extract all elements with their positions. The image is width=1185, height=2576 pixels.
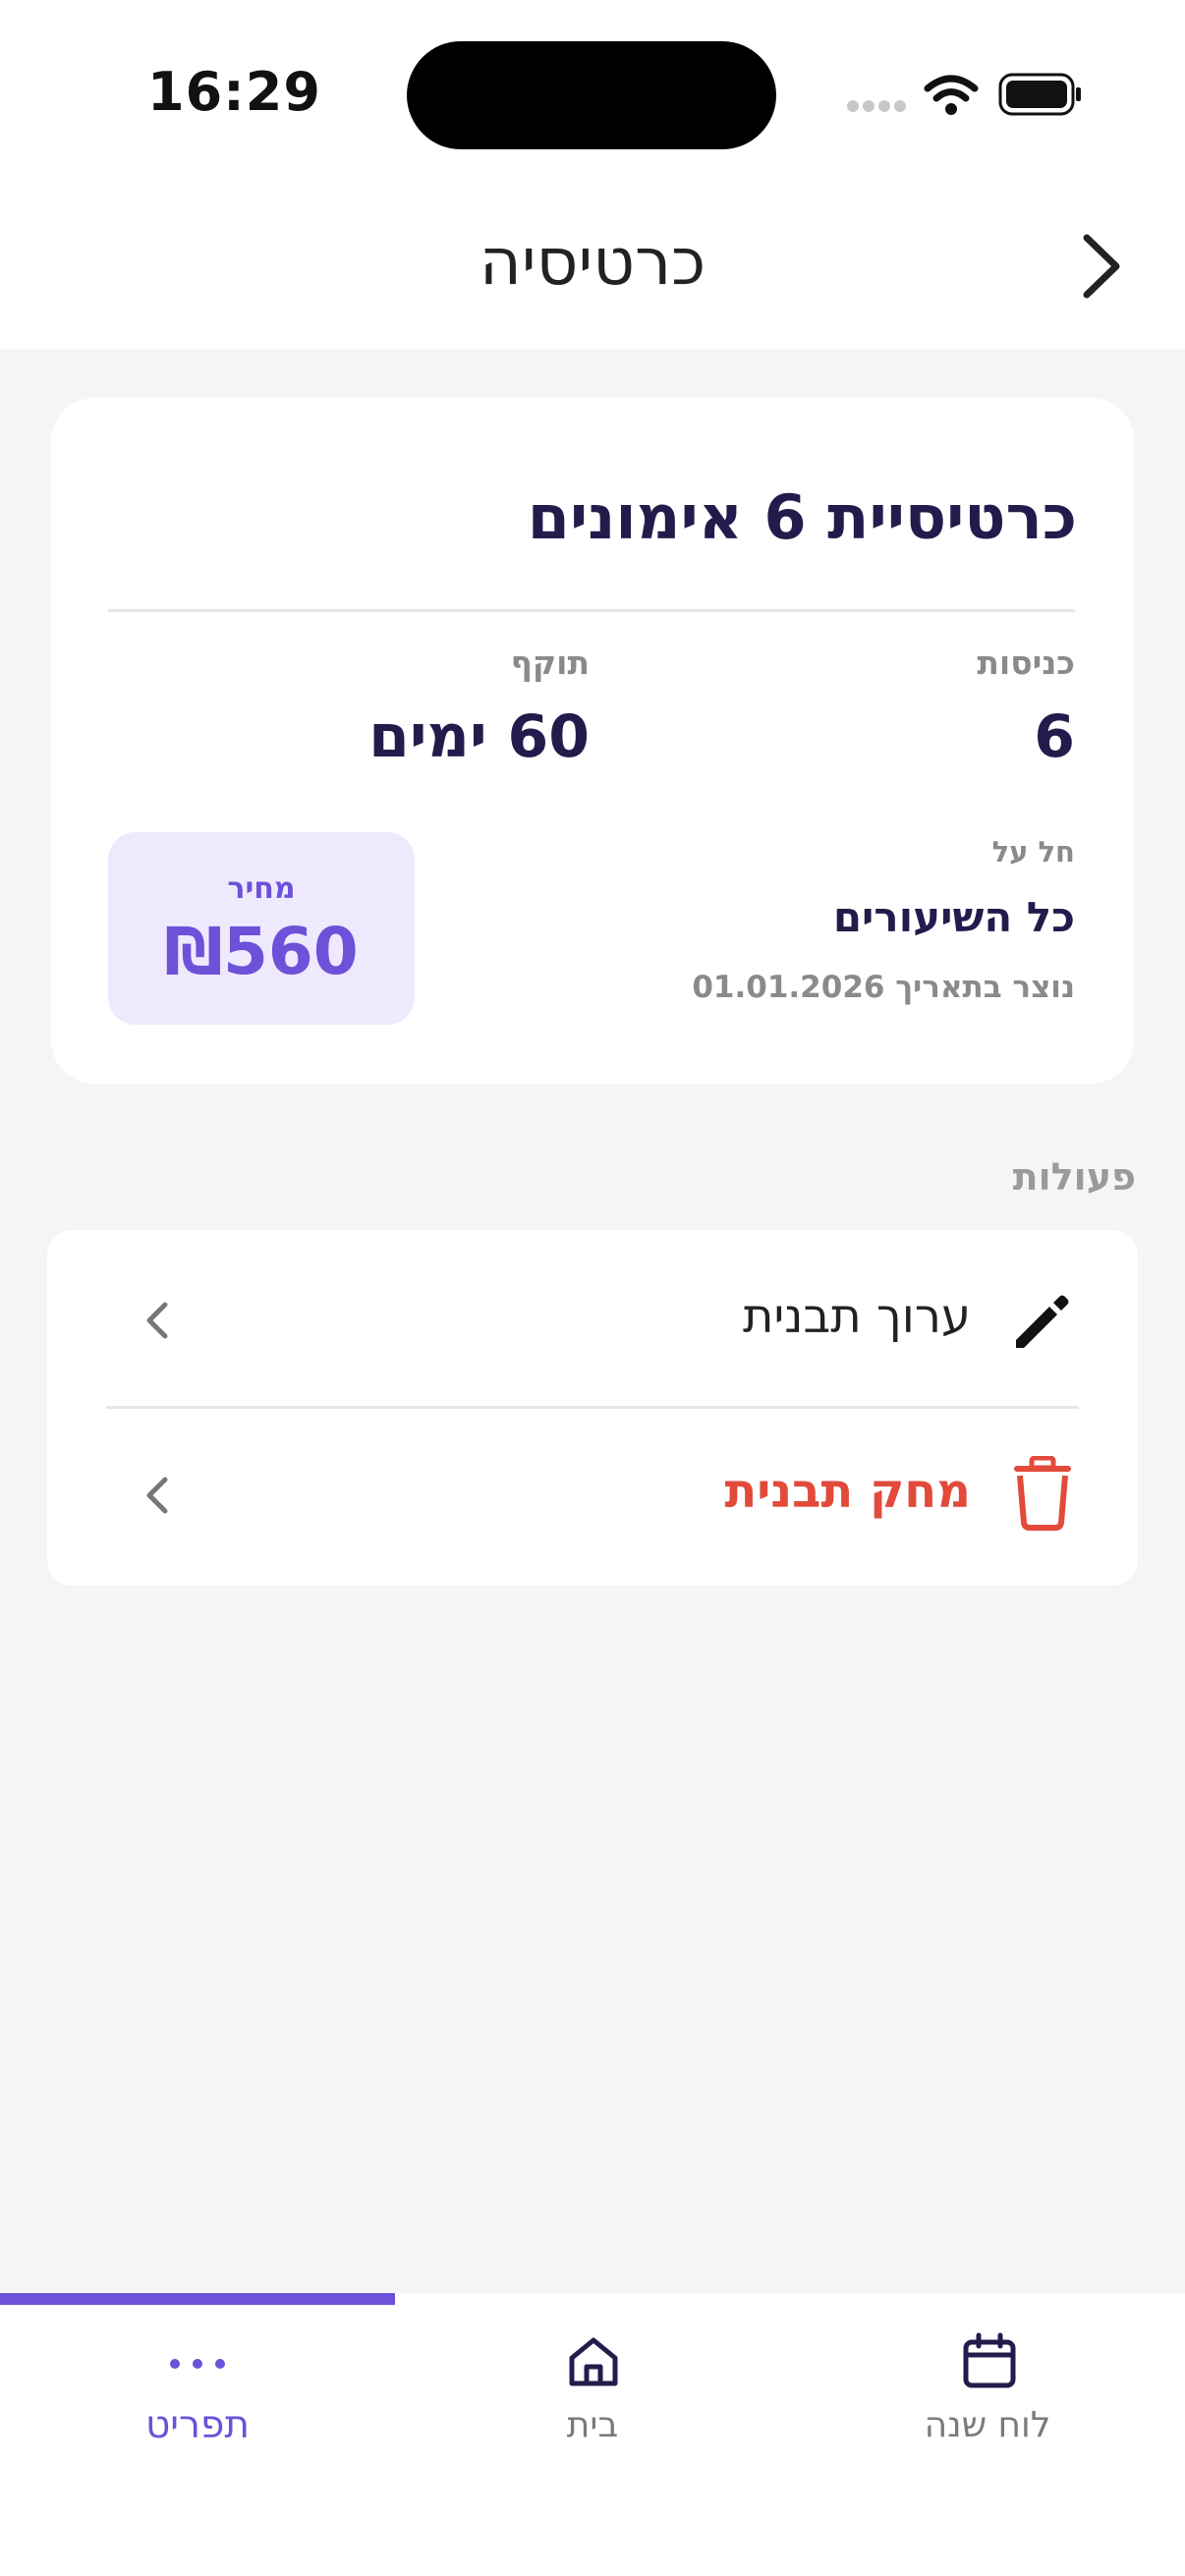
tab-home-label: בית [566, 2405, 619, 2445]
more-dots-icon [170, 2359, 225, 2369]
edit-template-button[interactable]: ערוך תבנית [47, 1230, 1138, 1405]
chevron-right-icon [1083, 234, 1120, 299]
home-icon [569, 2337, 618, 2386]
delete-template-label: מחק תבנית [724, 1464, 972, 1519]
created-date: נוצר בתאריך 01.01.2026 [692, 970, 1075, 1005]
tab-more[interactable] [0, 2293, 395, 2490]
page-title: כרטיסיה [479, 224, 706, 300]
price-value: ₪560 [164, 914, 359, 989]
tab-home[interactable] [395, 2293, 790, 2490]
chevron-left-icon [146, 1302, 168, 1339]
validity-label: תוקף [510, 644, 590, 682]
calendar-icon [963, 2332, 1016, 2388]
entries-value: 6 [1034, 702, 1075, 771]
back-button[interactable] [1067, 228, 1136, 305]
tab-schedule-label: לוח שנה [924, 2405, 1051, 2445]
trash-icon [1014, 1456, 1071, 1531]
status-time: 16:29 [147, 61, 321, 123]
chevron-left-icon [146, 1477, 168, 1514]
card-title: כרטיסיית 6 אימונים [527, 481, 1077, 553]
applies-label: חל על [991, 835, 1075, 868]
price-label: מחיר [227, 871, 296, 906]
card-divider [108, 609, 1075, 612]
validity-value: 60 ימים [368, 702, 590, 771]
battery-icon [998, 73, 1081, 116]
dynamic-island [407, 41, 776, 149]
applies-value: כל השיעורים [832, 893, 1075, 941]
actions-section-title: פעולות [1012, 1155, 1136, 1199]
entries-label: כניסות [977, 644, 1075, 682]
edit-template-label: ערוך תבנית [742, 1289, 971, 1344]
tab-more-label: תפריט [144, 2403, 250, 2447]
delete-template-button[interactable]: מחק תבנית [47, 1409, 1138, 1584]
pencil-icon [1016, 1295, 1069, 1348]
wifi-icon [924, 75, 979, 115]
tab-schedule[interactable] [790, 2293, 1185, 2490]
cellular-signal-icon [847, 100, 906, 112]
